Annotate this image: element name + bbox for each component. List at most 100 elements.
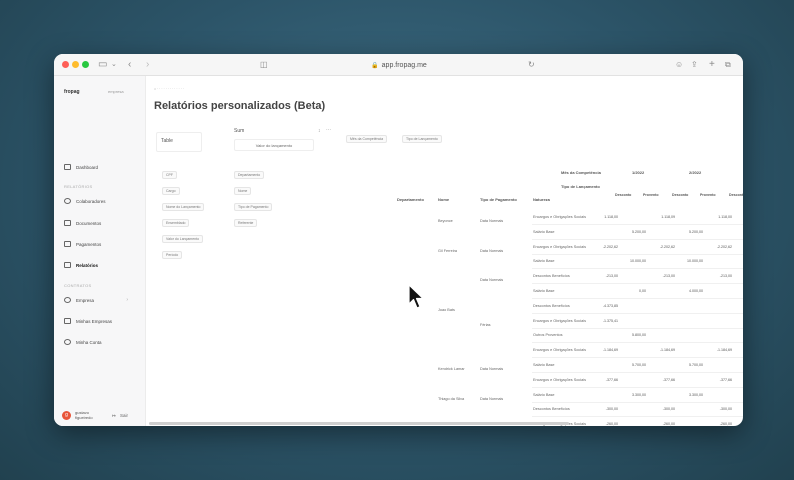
column-pill[interactable]: Mês da Competência [346,135,388,143]
zoom-window-button[interactable] [82,61,89,68]
sidebar-item-minhas-empresas[interactable]: Minhas Empresas [64,316,112,326]
cell-value: 10.000,00 [630,259,646,264]
cell-value: -260,00 [719,422,732,426]
row-divider [532,283,743,285]
sidebar-item-relatorios[interactable]: Relatórios [64,260,98,270]
cell-value: -377,66 [719,377,732,382]
chevron-left-icon[interactable]: ‹ [128,58,131,72]
horizontal-scrollbar[interactable] [149,422,569,425]
row-divider [532,342,743,344]
app-logo[interactable]: fropag [64,89,80,95]
subcolumn-header: Desconto [729,193,743,197]
natureza: Encargos e Obrigações Sociais [533,377,586,382]
cell-value: 10.000,00 [734,259,743,263]
cell-value: -4.373,85 [602,303,618,308]
sidebar-item-dashboard[interactable]: Dashboard [64,162,98,172]
cell-value: -300,00 [662,407,675,412]
sidebar-item-label: Relatórios [76,262,99,268]
cell-value: -213,00 [662,274,675,279]
avatar: g [62,410,71,420]
natureza: Descontos Benefícios [533,407,570,412]
dashboard-icon [64,164,71,170]
user-profile[interactable]: g gustavo figueiredo [62,410,93,420]
payment-type: Data Normais [480,248,504,253]
cell-value: 5.200,00 [734,230,743,234]
month-header: 2/2022 [689,170,702,175]
column-pill[interactable]: Tipo de Lançamento [402,135,442,143]
sidebar-icon[interactable]: ▭ [98,58,107,72]
header-mes-competencia: Mês da Competência [561,170,601,175]
cell-value: -300,00 [719,407,732,412]
attribute-pill[interactable]: Ensemblado [162,219,190,227]
chevron-down-icon[interactable]: ↕ [318,128,321,134]
browser-window: ▭ ⌄ ‹ › ◫ 🔒 app.fropag.me ↻ ☺ ⇪ + ⧉ frop… [54,54,743,426]
attribute-pill[interactable]: Nome [234,187,252,195]
employee-name: Thiago da Silva [438,396,465,401]
sidebar-item-pagamentos[interactable]: Pagamentos [64,239,101,249]
attribute-pill[interactable]: Tipo de Pagamento [234,203,273,211]
logout-button[interactable]: ↦ Sair [112,413,128,419]
chevron-right-icon[interactable]: › [146,58,149,72]
sidebar-item-label: Minhas Empresas [76,318,113,324]
employee-name: Beyonce [438,219,453,223]
cell-value: 3.300,00 [734,393,743,397]
row-header: Nome [438,197,450,202]
cell-value: 5.700,00 [632,363,646,367]
extension-icon[interactable]: ☺ [675,58,683,72]
row-header: Tipo de Pagamento [480,197,517,202]
share-icon[interactable]: ⇪ [691,58,698,72]
cell-value: 3.300,00 [632,392,646,397]
value-field-select[interactable]: Valor do lançamento [234,139,314,151]
cell-value: -1.184,69 [659,348,675,353]
more-icon[interactable]: ··· [326,127,331,133]
natureza: Encargos e Obrigações Sociais [533,318,586,323]
natureza: Salário Base [533,259,555,264]
plus-icon[interactable]: + [709,58,715,72]
logout-icon: ↦ [112,413,116,418]
cell-value: -2.202,62 [716,244,732,249]
section-label-contratos: CONTRATOS [64,283,92,288]
company-selector[interactable]: empresa [108,89,124,94]
cell-value: 4.000,00 [734,289,743,293]
cell-value: -260,00 [605,422,618,426]
reload-icon[interactable]: ↻ [528,58,535,72]
renderer-select[interactable]: Table [156,132,202,152]
month-header: 1/2022 [632,170,645,175]
row-divider [532,357,743,359]
account-icon [64,339,71,345]
sidebar-item-colaboradores[interactable]: Colaboradores [64,196,106,206]
sidebar-item-empresa[interactable]: Empresa › [64,295,138,305]
cell-value: 1.118,00 [604,215,618,219]
cell-value: -213,00 [719,274,732,279]
minimize-window-button[interactable] [72,61,79,68]
sidebar-item-minha-conta[interactable]: Minha Conta [64,337,102,347]
row-divider [532,401,743,403]
employee-name: Joao Bats [438,307,455,312]
attribute-pill[interactable]: Departamento [234,171,265,179]
attribute-pill[interactable]: CPF [162,171,177,179]
attribute-pill[interactable]: Cargo [162,187,180,195]
tabs-icon[interactable]: ⧉ [725,58,731,72]
cell-value: -377,66 [605,377,618,382]
address-bar[interactable]: 🔒 app.fropag.me [264,58,534,72]
natureza: Descontos Benefícios [533,303,570,308]
row-divider [532,253,743,255]
row-divider [532,238,743,240]
natureza: Outros Proventos [533,333,563,338]
chevron-down-icon[interactable]: ⌄ [111,58,117,72]
cell-value: 1.118,09 [661,215,675,219]
cell-value: 10.000,00 [687,259,703,264]
attribute-pill[interactable]: Referente [234,219,258,227]
payment-type: Data Normais [480,219,504,223]
close-window-button[interactable] [62,61,69,68]
sidebar-item-documentos[interactable]: Documentos [64,218,101,228]
natureza: Salário Base [533,229,555,234]
cell-value: 5.200,00 [689,229,703,234]
attribute-pill[interactable]: Período [162,251,183,259]
cell-value: 5.200,00 [632,229,646,234]
aggregator-select[interactable]: Sum [234,128,244,134]
attribute-pill[interactable]: Nome do Lançamento [162,203,205,211]
subcolumn-header: Provento [700,193,716,197]
attribute-pill[interactable]: Valor do Lançamento [162,235,204,243]
subcolumn-header: Desconto [672,193,689,197]
